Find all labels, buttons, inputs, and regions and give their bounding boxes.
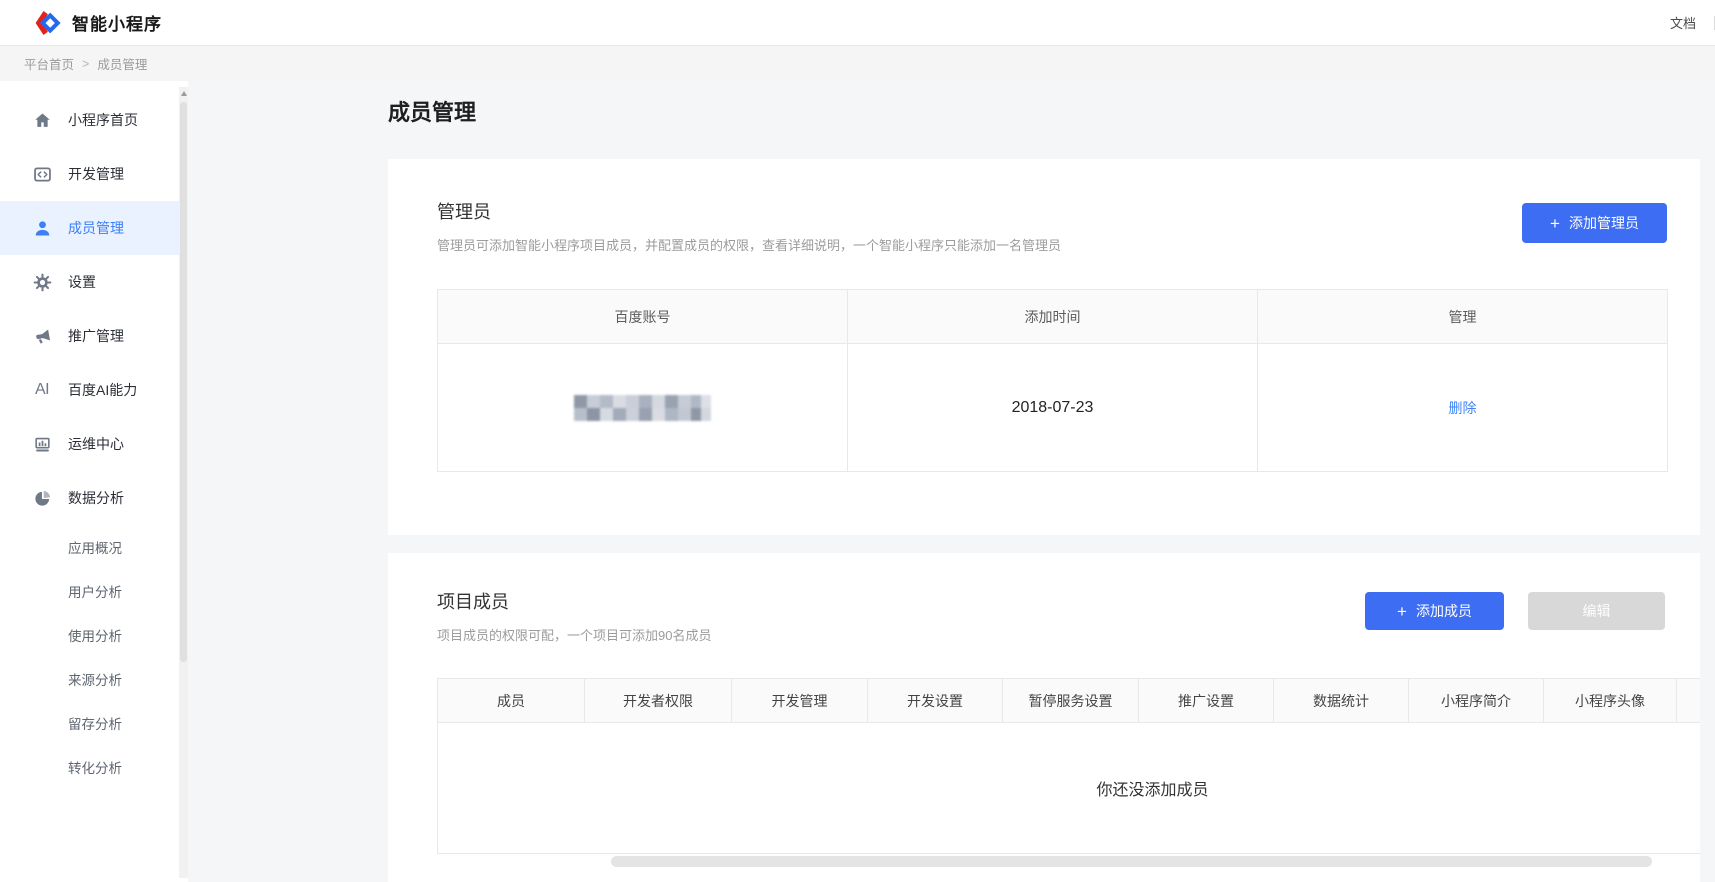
sidebar-nav: 小程序首页 开发管理 成员管理 [0,81,188,789]
sidebar-item-label: 开发管理 [68,164,124,184]
admin-table-row: 2018-07-23 删除 [438,344,1668,472]
pie-chart-icon [32,488,52,508]
blurred-account-mosaic [574,395,711,421]
sidebar-item-label: 推广管理 [68,326,124,346]
breadcrumb-platform-home[interactable]: 平台首页 [24,54,74,73]
sidebar: 小程序首页 开发管理 成员管理 [0,81,188,882]
main-content: 成员管理 管理员 管理员可添加智能小程序项目成员，并配置成员的权限，查看详细说明… [188,81,1715,882]
delete-link[interactable]: 删除 [1449,400,1477,416]
admin-section-description: 管理员可添加智能小程序项目成员，并配置成员的权限，查看详细说明，一个智能小程序只… [437,237,1061,255]
code-icon [32,164,52,184]
members-empty-row: 你还没添加成员 [438,723,1701,854]
plus-icon: + [1550,215,1560,232]
members-table: 成员 开发者权限 开发管理 开发设置 暂停服务设置 推广设置 数据统计 小程序简… [437,678,1700,854]
empty-state-text: 你还没添加成员 [438,723,1701,854]
header-right: 文档 [1670,0,1715,45]
sidebar-item-label: 数据分析 [68,488,124,508]
breadcrumb-separator: > [82,57,89,71]
column-header: 开发管理 [732,679,868,723]
megaphone-icon [32,326,52,346]
column-header: 成员 [438,679,585,723]
gear-icon [32,272,52,292]
column-header-stub [1677,679,1701,723]
members-section-title: 项目成员 [437,590,711,614]
members-card: 项目成员 项目成员的权限可配，一个项目可添加90名成员 + 添加成员 编辑 [388,553,1700,882]
column-header: 管理 [1258,290,1668,344]
ai-icon: AI [32,380,52,400]
manage-cell: 删除 [1258,344,1668,472]
members-table-wrap: 成员 开发者权限 开发管理 开发设置 暂停服务设置 推广设置 数据统计 小程序简… [437,678,1700,854]
column-header: 开发者权限 [585,679,732,723]
column-header: 推广设置 [1139,679,1274,723]
sidebar-subitem-user-analysis[interactable]: 用户分析 [0,569,188,613]
sidebar-item-data-analysis[interactable]: 数据分析 [0,471,188,525]
sidebar-item-baidu-ai[interactable]: AI 百度AI能力 [0,363,188,417]
sidebar-subitem-conversion-analysis[interactable]: 转化分析 [0,745,188,789]
page-title: 成员管理 [388,98,1700,128]
members-buttons: + 添加成员 编辑 [1365,592,1665,630]
admin-table: 百度账号 添加时间 管理 [437,289,1668,472]
column-header: 小程序简介 [1409,679,1544,723]
docs-link[interactable]: 文档 [1670,13,1696,32]
sidebar-item-dev[interactable]: 开发管理 [0,147,188,201]
members-table-header-row: 成员 开发者权限 开发管理 开发设置 暂停服务设置 推广设置 数据统计 小程序简… [438,679,1701,723]
scroll-up-icon[interactable] [181,91,187,96]
home-icon [32,110,52,130]
edit-button[interactable]: 编辑 [1528,592,1665,630]
logo-text: 智能小程序 [72,10,162,35]
admin-card: 管理员 管理员可添加智能小程序项目成员，并配置成员的权限，查看详细说明，一个智能… [388,159,1700,535]
sidebar-item-label: 设置 [68,272,96,292]
sidebar-item-label: 百度AI能力 [68,380,137,400]
added-date-cell: 2018-07-23 [848,344,1258,472]
ops-chart-icon [32,434,52,454]
sidebar-subitem-usage-analysis[interactable]: 使用分析 [0,613,188,657]
sidebar-scrollbar[interactable] [179,87,188,878]
column-header: 数据统计 [1274,679,1409,723]
sidebar-item-label: 小程序首页 [68,110,138,130]
account-cell [438,344,848,472]
admin-section-title: 管理员 [437,200,1061,224]
sidebar-item-label: 成员管理 [68,218,124,238]
admin-table-header-row: 百度账号 添加时间 管理 [438,290,1668,344]
plus-icon: + [1397,603,1407,620]
members-section-description: 项目成员的权限可配，一个项目可添加90名成员 [437,627,711,645]
admin-card-header: 管理员 管理员可添加智能小程序项目成员，并配置成员的权限，查看详细说明，一个智能… [388,159,1700,255]
sidebar-item-members[interactable]: 成员管理 [0,201,188,255]
column-header: 暂停服务设置 [1003,679,1139,723]
sidebar-item-promotion[interactable]: 推广管理 [0,309,188,363]
sidebar-item-home[interactable]: 小程序首页 [0,93,188,147]
sidebar-item-settings[interactable]: 设置 [0,255,188,309]
sidebar-subitem-source-analysis[interactable]: 来源分析 [0,657,188,701]
column-header: 百度账号 [438,290,848,344]
sidebar-item-ops-center[interactable]: 运维中心 [0,417,188,471]
members-card-header: 项目成员 项目成员的权限可配，一个项目可添加90名成员 + 添加成员 编辑 [388,553,1700,645]
top-header: 智能小程序 文档 [0,0,1715,46]
logo[interactable]: 智能小程序 [33,10,162,36]
column-header: 添加时间 [848,290,1258,344]
column-header: 小程序头像 [1544,679,1677,723]
horizontal-scrollbar-thumb[interactable] [611,856,1652,867]
add-member-button[interactable]: + 添加成员 [1365,592,1504,630]
breadcrumb: 平台首页 > 成员管理 [0,46,1715,81]
sidebar-item-label: 运维中心 [68,434,124,454]
member-icon [32,218,52,238]
add-admin-button[interactable]: + 添加管理员 [1522,203,1667,243]
sidebar-subitem-retention-analysis[interactable]: 留存分析 [0,701,188,745]
column-header: 开发设置 [868,679,1003,723]
breadcrumb-current: 成员管理 [97,54,147,73]
sidebar-scrollbar-thumb[interactable] [180,102,187,662]
logo-icon [33,10,63,36]
sidebar-subitem-app-overview[interactable]: 应用概况 [0,525,188,569]
